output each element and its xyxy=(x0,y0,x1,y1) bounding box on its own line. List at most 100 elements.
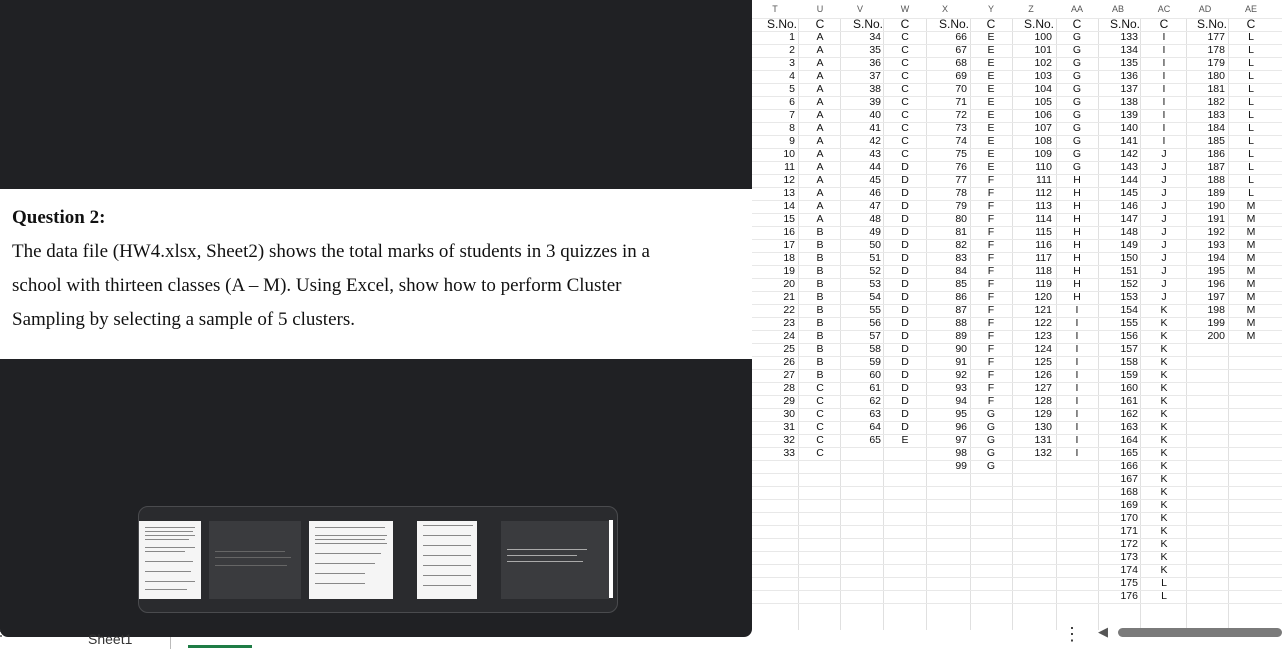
cell[interactable]: 110 xyxy=(1012,161,1052,174)
cell[interactable]: G xyxy=(1057,44,1097,57)
cell[interactable]: I xyxy=(1057,447,1097,460)
cell[interactable]: K xyxy=(1144,408,1184,421)
cell[interactable]: 127 xyxy=(1012,382,1052,395)
cell[interactable]: D xyxy=(885,421,925,434)
column-header-ac[interactable]: AC xyxy=(1149,4,1179,14)
cell[interactable]: 141 xyxy=(1098,135,1138,148)
cell[interactable]: 185 xyxy=(1185,135,1225,148)
cell[interactable]: 72 xyxy=(927,109,967,122)
thumbnail-5[interactable] xyxy=(501,521,609,599)
cell[interactable]: 129 xyxy=(1012,408,1052,421)
cell[interactable]: 67 xyxy=(927,44,967,57)
cell[interactable]: 130 xyxy=(1012,421,1052,434)
cell[interactable]: 188 xyxy=(1185,174,1225,187)
cell[interactable]: 154 xyxy=(1098,304,1138,317)
cell[interactable]: 66 xyxy=(927,31,967,44)
cell[interactable]: 174 xyxy=(1098,564,1138,577)
cell[interactable]: B xyxy=(800,356,840,369)
cell[interactable]: E xyxy=(971,57,1011,70)
sheet-tab-label[interactable]: Sheet1 xyxy=(88,631,132,647)
cell[interactable]: 152 xyxy=(1098,278,1138,291)
cell[interactable]: 181 xyxy=(1185,83,1225,96)
cell[interactable]: C xyxy=(885,18,925,31)
cell[interactable]: A xyxy=(800,135,840,148)
cell[interactable]: 114 xyxy=(1012,213,1052,226)
cell[interactable]: A xyxy=(800,31,840,44)
cell[interactable]: E xyxy=(971,135,1011,148)
column-header-t[interactable]: T xyxy=(760,4,790,14)
cell[interactable]: 138 xyxy=(1098,96,1138,109)
cell[interactable]: 87 xyxy=(927,304,967,317)
cell[interactable]: 47 xyxy=(841,200,881,213)
more-options-icon[interactable]: ⋮ xyxy=(1063,624,1081,645)
cell[interactable]: L xyxy=(1231,174,1271,187)
cell[interactable]: 1 xyxy=(755,31,795,44)
cell[interactable]: 41 xyxy=(841,122,881,135)
cell[interactable]: M xyxy=(1231,200,1271,213)
cell[interactable]: M xyxy=(1231,278,1271,291)
cell[interactable]: 79 xyxy=(927,200,967,213)
cell[interactable]: D xyxy=(885,187,925,200)
cell[interactable]: C xyxy=(1057,18,1097,31)
cell[interactable]: 9 xyxy=(755,135,795,148)
cell[interactable]: D xyxy=(885,395,925,408)
cell[interactable]: G xyxy=(1057,83,1097,96)
cell[interactable]: G xyxy=(1057,122,1097,135)
cell[interactable]: 133 xyxy=(1098,31,1138,44)
cell[interactable]: H xyxy=(1057,239,1097,252)
cell[interactable]: 183 xyxy=(1185,109,1225,122)
cell[interactable]: A xyxy=(800,213,840,226)
cell[interactable]: B xyxy=(800,369,840,382)
cell[interactable]: K xyxy=(1144,317,1184,330)
cell[interactable]: G xyxy=(1057,31,1097,44)
cell[interactable]: 68 xyxy=(927,57,967,70)
cell[interactable]: 190 xyxy=(1185,200,1225,213)
cell[interactable]: K xyxy=(1144,369,1184,382)
cell[interactable]: K xyxy=(1144,551,1184,564)
cell[interactable]: 5 xyxy=(755,83,795,96)
cell[interactable]: 101 xyxy=(1012,44,1052,57)
cell[interactable]: 40 xyxy=(841,109,881,122)
cell[interactable]: 48 xyxy=(841,213,881,226)
cell[interactable]: 29 xyxy=(755,395,795,408)
cell[interactable]: K xyxy=(1144,538,1184,551)
cell[interactable]: 94 xyxy=(927,395,967,408)
cell[interactable]: 71 xyxy=(927,96,967,109)
cell[interactable]: 76 xyxy=(927,161,967,174)
cell[interactable]: 52 xyxy=(841,265,881,278)
cell[interactable]: D xyxy=(885,304,925,317)
cell[interactable]: 163 xyxy=(1098,421,1138,434)
cell[interactable]: S.No. xyxy=(929,18,969,31)
cell[interactable]: 170 xyxy=(1098,512,1138,525)
cell[interactable]: 136 xyxy=(1098,70,1138,83)
cell[interactable]: C xyxy=(800,395,840,408)
cell[interactable]: S.No. xyxy=(757,18,797,31)
cell[interactable]: F xyxy=(971,252,1011,265)
cell[interactable]: 195 xyxy=(1185,265,1225,278)
cell[interactable]: 12 xyxy=(755,174,795,187)
cell[interactable]: 124 xyxy=(1012,343,1052,356)
cell[interactable]: 119 xyxy=(1012,278,1052,291)
cell[interactable]: S.No. xyxy=(1100,18,1140,31)
column-header-ad[interactable]: AD xyxy=(1190,4,1220,14)
cell[interactable]: 140 xyxy=(1098,122,1138,135)
cell[interactable]: 96 xyxy=(927,421,967,434)
cell[interactable]: 122 xyxy=(1012,317,1052,330)
cell[interactable]: 198 xyxy=(1185,304,1225,317)
cell[interactable]: M xyxy=(1231,330,1271,343)
column-header-x[interactable]: X xyxy=(930,4,960,14)
cell[interactable]: 88 xyxy=(927,317,967,330)
sheet-tab-bar[interactable]: Sheet1 xyxy=(0,631,752,654)
cell[interactable]: 20 xyxy=(755,278,795,291)
cell[interactable]: 172 xyxy=(1098,538,1138,551)
cell[interactable]: 81 xyxy=(927,226,967,239)
cell[interactable]: 6 xyxy=(755,96,795,109)
cell[interactable]: I xyxy=(1144,70,1184,83)
cell[interactable]: 54 xyxy=(841,291,881,304)
cell[interactable]: G xyxy=(971,408,1011,421)
cell[interactable]: 38 xyxy=(841,83,881,96)
cell[interactable]: 171 xyxy=(1098,525,1138,538)
cell[interactable]: 39 xyxy=(841,96,881,109)
cell[interactable]: 126 xyxy=(1012,369,1052,382)
cell[interactable]: 158 xyxy=(1098,356,1138,369)
